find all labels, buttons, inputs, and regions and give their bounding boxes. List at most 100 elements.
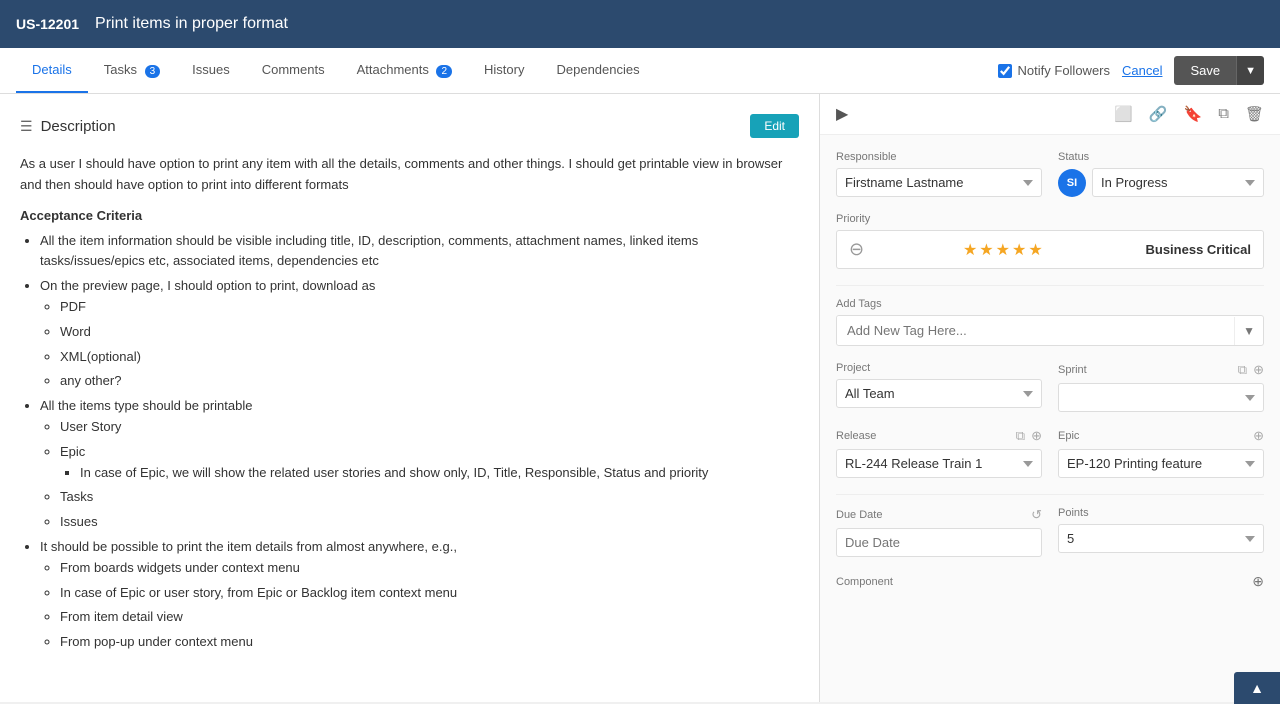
release-add-icon[interactable]: ⊕ — [1031, 428, 1042, 444]
tab-issues[interactable]: Issues — [176, 48, 246, 93]
points-select[interactable]: 5 1 2 3 8 13 — [1058, 524, 1264, 553]
release-epic-row: Release ⧉ ⊕ RL-244 Release Train 1 Epic … — [836, 428, 1264, 478]
toolbar-icons: ⬜ 🔗 🔖 ⧉ 🗑 — [1114, 105, 1264, 123]
priority-label: Priority — [836, 213, 1264, 225]
delete-icon[interactable]: 🗑 — [1245, 105, 1264, 123]
list-item: Epic In case of Epic, we will show the r… — [60, 442, 799, 484]
list-item: any other? — [60, 371, 799, 392]
star-4: ★ — [1012, 240, 1026, 260]
status-select[interactable]: In Progress To Do Done Blocked — [1092, 168, 1264, 197]
tab-history[interactable]: History — [468, 48, 540, 93]
release-select[interactable]: RL-244 Release Train 1 — [836, 449, 1042, 478]
save-dropdown-button[interactable]: ▼ — [1236, 56, 1264, 85]
sprint-label: Sprint — [1058, 364, 1087, 376]
fullscreen-icon[interactable]: ⬜ — [1114, 105, 1133, 123]
avatar: SI — [1058, 169, 1086, 197]
list-item: User Story — [60, 417, 799, 438]
hamburger-icon: ☰ — [20, 118, 33, 135]
due-date-input[interactable] — [836, 528, 1042, 557]
left-panel: ☰ Description Edit As a user I should ha… — [0, 94, 820, 702]
list-item: PDF — [60, 297, 799, 318]
sprint-select[interactable] — [1058, 383, 1264, 412]
project-field: Project All Team — [836, 362, 1042, 412]
item-title: Print items in proper format — [95, 15, 288, 33]
description-title: ☰ Description — [20, 118, 116, 135]
right-panel-toolbar: ▶ ⬜ 🔗 🔖 ⧉ 🗑 — [820, 94, 1280, 135]
list-item: XML(optional) — [60, 347, 799, 368]
edit-button[interactable]: Edit — [750, 114, 799, 138]
tab-comments[interactable]: Comments — [246, 48, 341, 93]
tags-input-wrapper: ▼ — [836, 315, 1264, 346]
release-field: Release ⧉ ⊕ RL-244 Release Train 1 — [836, 428, 1042, 478]
star-1: ★ — [963, 240, 977, 260]
tab-attachments[interactable]: Attachments 2 — [341, 48, 468, 93]
list-item: From item detail view — [60, 607, 799, 628]
project-label: Project — [836, 362, 1042, 374]
tabs: Details Tasks 3 Issues Comments Attachme… — [16, 48, 656, 93]
responsible-select[interactable]: Firstname Lastname — [836, 168, 1042, 197]
description-body: As a user I should have option to print … — [20, 154, 799, 196]
priority-minus-icon: ⊖ — [849, 239, 864, 260]
star-5: ★ — [1028, 240, 1042, 260]
epic-field: Epic ⊕ EP-120 Printing feature — [1058, 428, 1264, 478]
notify-checkbox-input[interactable] — [998, 64, 1012, 78]
tab-dependencies[interactable]: Dependencies — [540, 48, 655, 93]
list-item: In case of Epic, we will show the relate… — [80, 463, 799, 484]
component-row: Component ⊕ — [836, 573, 1264, 590]
component-add-icon[interactable]: ⊕ — [1252, 573, 1264, 590]
status-field: Status SI In Progress To Do Done Blocked — [1058, 151, 1264, 197]
responsible-label: Responsible — [836, 151, 1042, 163]
due-date-label: Due Date — [836, 509, 882, 521]
bottom-bar[interactable]: ▲ — [1234, 672, 1280, 704]
sprint-field: Sprint ⧉ ⊕ — [1058, 362, 1264, 412]
tab-tasks[interactable]: Tasks 3 — [88, 48, 176, 93]
collapse-icon[interactable]: ▶ — [836, 104, 848, 124]
tags-label: Add Tags — [836, 298, 1264, 310]
epic-select[interactable]: EP-120 Printing feature — [1058, 449, 1264, 478]
cancel-button[interactable]: Cancel — [1122, 63, 1162, 78]
status-label: Status — [1058, 151, 1264, 163]
item-id: US-12201 — [16, 16, 79, 32]
sprint-copy-icon[interactable]: ⧉ — [1238, 362, 1247, 378]
list-item: All the item information should be visib… — [40, 231, 799, 273]
responsible-select-row: Firstname Lastname — [836, 168, 1042, 197]
link-icon[interactable]: 🔗 — [1149, 105, 1168, 123]
sprint-add-icon[interactable]: ⊕ — [1253, 362, 1264, 378]
right-panel: ▶ ⬜ 🔗 🔖 ⧉ 🗑 Responsible Firstname Lastna… — [820, 94, 1280, 702]
save-button[interactable]: Save — [1174, 56, 1236, 85]
acceptance-criteria-title: Acceptance Criteria — [20, 208, 799, 223]
tags-input[interactable] — [837, 316, 1234, 345]
responsible-field: Responsible Firstname Lastname — [836, 151, 1042, 197]
star-3: ★ — [996, 240, 1010, 260]
due-date-points-row: Due Date ↺ Points 5 1 2 3 8 13 — [836, 507, 1264, 557]
list-item: All the items type should be printable U… — [40, 396, 799, 533]
up-arrow-icon: ▲ — [1250, 680, 1264, 696]
description-header: ☰ Description Edit — [20, 114, 799, 138]
notify-label: Notify Followers — [1018, 63, 1110, 78]
epic-add-icon[interactable]: ⊕ — [1253, 428, 1264, 444]
acceptance-list: All the item information should be visib… — [20, 231, 799, 653]
points-label: Points — [1058, 507, 1264, 519]
points-field: Points 5 1 2 3 8 13 — [1058, 507, 1264, 557]
priority-box: ⊖ ★ ★ ★ ★ ★ Business Critical — [836, 230, 1264, 269]
list-item: On the preview page, I should option to … — [40, 276, 799, 392]
release-copy-icon[interactable]: ⧉ — [1016, 428, 1025, 444]
save-btn-group: Save ▼ — [1174, 56, 1264, 85]
tab-actions: Notify Followers Cancel Save ▼ — [998, 56, 1264, 85]
list-item: In case of Epic or user story, from Epic… — [60, 583, 799, 604]
attachments-badge: 2 — [436, 65, 452, 78]
tags-section: Add Tags ▼ — [836, 298, 1264, 346]
refresh-icon[interactable]: ↺ — [1031, 507, 1042, 523]
component-label: Component — [836, 576, 893, 588]
tab-details[interactable]: Details — [16, 48, 88, 93]
top-bar: US-12201 Print items in proper format — [0, 0, 1280, 48]
project-select[interactable]: All Team — [836, 379, 1042, 408]
bookmark-icon[interactable]: 🔖 — [1184, 105, 1203, 123]
description-label: Description — [41, 118, 116, 135]
notify-checkbox[interactable]: Notify Followers — [998, 63, 1110, 78]
main-content: ☰ Description Edit As a user I should ha… — [0, 94, 1280, 702]
tags-dropdown-button[interactable]: ▼ — [1234, 317, 1263, 345]
copy-icon[interactable]: ⧉ — [1218, 105, 1229, 123]
star-2: ★ — [979, 240, 993, 260]
tab-bar: Details Tasks 3 Issues Comments Attachme… — [0, 48, 1280, 94]
